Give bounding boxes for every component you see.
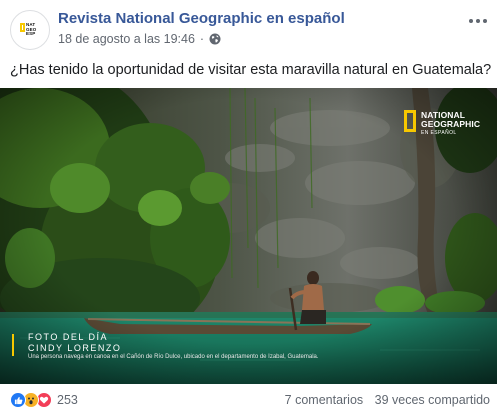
reaction-count: 253 <box>57 393 78 407</box>
ng-logo-frame <box>20 23 25 32</box>
like-icon <box>10 392 26 408</box>
credit-title: FOTO DEL DÍA <box>28 332 109 342</box>
engagement-stats: 7 comentarios 39 veces compartido <box>285 393 490 407</box>
credit-accent-bar <box>12 334 14 356</box>
natgeo-watermark-logo: NATIONAL GEOGRAPHIC EN ESPAÑOL <box>404 110 492 140</box>
avatar-logo-text: NAT GEO ESP <box>26 22 37 37</box>
post-timestamp[interactable]: 18 de agosto a las 19:46 <box>58 32 195 46</box>
credit-description: Una persona navega en canoa en el Cañón … <box>28 354 319 360</box>
ng-logo-text: NATIONAL GEOGRAPHIC <box>421 110 481 129</box>
post-header: NAT GEO ESP Revista National Geographic en… <box>10 8 490 52</box>
post-meta: 18 de agosto a las 19:46 · <box>58 32 221 46</box>
post-caption: ¿Has tenido la oportunidad de visitar es… <box>10 62 492 78</box>
globe-icon[interactable] <box>209 33 221 45</box>
meta-separator: · <box>199 32 205 46</box>
comments-count-link[interactable]: 7 comentarios <box>285 393 364 407</box>
credit-author: CINDY LORENZO <box>28 343 122 353</box>
reactions-summary[interactable]: 253 <box>10 392 78 408</box>
ng-logo-yellow-frame <box>404 110 416 132</box>
ng-logo-sub: EN ESPAÑOL <box>421 130 457 136</box>
post-photo[interactable]: NATIONAL GEOGRAPHIC EN ESPAÑOL FOTO DEL D… <box>0 88 497 384</box>
page-avatar[interactable]: NAT GEO ESP <box>10 10 50 50</box>
page-name-link[interactable]: Revista National Geographic en español <box>58 10 345 27</box>
shares-count-link[interactable]: 39 veces compartido <box>375 393 490 407</box>
more-options-icon[interactable] <box>466 12 490 30</box>
post-footer: 253 7 comentarios 39 veces compartido <box>10 392 490 412</box>
facebook-post: NAT GEO ESP Revista National Geographic en… <box>0 0 497 416</box>
